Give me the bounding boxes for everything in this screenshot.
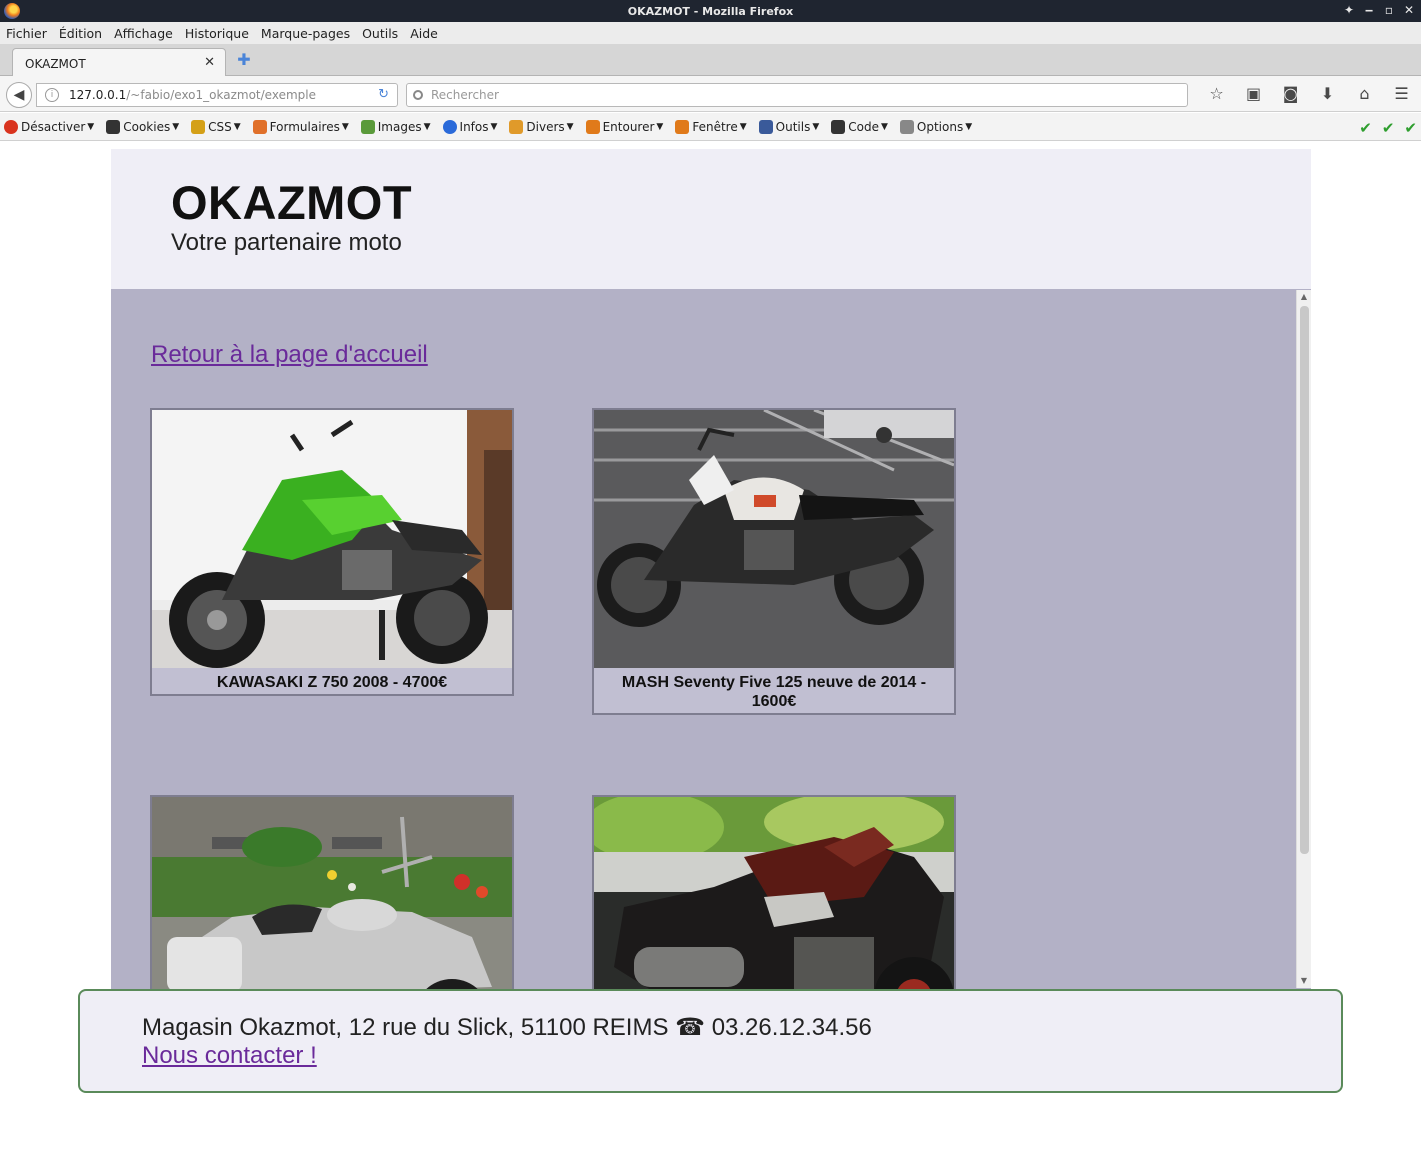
listing-caption: MASH Seventy Five 125 neuve de 2014 - 16… <box>621 674 927 710</box>
misc-icon <box>509 119 524 134</box>
tools-icon <box>758 119 773 134</box>
window-titlebar: OKAZMOT - Mozilla Firefox ✦ ‒ ▫ ✕ <box>0 0 1421 22</box>
listing-caption: KAWASAKI Z 750 2008 - 4700€ <box>216 674 448 691</box>
menu-aide[interactable]: Aide <box>410 26 438 41</box>
devbar-desactiver[interactable]: Désactiver ▼ <box>4 119 94 134</box>
home-icon[interactable]: ⌂ <box>1346 84 1383 103</box>
listing-card[interactable] <box>150 795 514 989</box>
menu-hamburger-icon[interactable]: ☰ <box>1383 84 1420 103</box>
reload-icon[interactable]: ↻ <box>378 87 389 102</box>
url-bar[interactable]: i 127.0.0.1/~fabio/exo1_okazmot/exemple … <box>36 83 398 107</box>
search-icon <box>413 90 423 100</box>
devbar-options[interactable]: Options ▼ <box>899 119 972 134</box>
new-tab-icon[interactable]: ✚ <box>236 52 252 68</box>
page-viewport: OKAZMOT Votre partenaire moto Retour à l… <box>0 142 1421 1169</box>
listings-scrollbar[interactable]: ▲ ▼ <box>1296 290 1311 988</box>
footer-address: Magasin Okazmot, 12 rue du Slick, 51100 … <box>142 1014 872 1041</box>
url-host: 127.0.0.1 <box>69 88 127 102</box>
window-title: OKAZMOT - Mozilla Firefox <box>627 4 794 18</box>
site-title: OKAZMOT <box>171 176 413 229</box>
code-icon <box>831 119 846 134</box>
pin-icon[interactable]: ✦ <box>1343 3 1355 17</box>
devbar-cookies[interactable]: Cookies ▼ <box>106 119 179 134</box>
maximize-icon[interactable]: ▫ <box>1383 3 1395 17</box>
screenshot-icon[interactable]: ▣ <box>1235 84 1272 103</box>
listing-card[interactable]: MASH Seventy Five 125 neuve de 2014 - 16… <box>592 408 956 715</box>
menu-historique[interactable]: Historique <box>185 26 249 41</box>
outline-pencil-icon <box>585 119 600 134</box>
listing-card[interactable] <box>592 795 956 989</box>
search-bar[interactable] <box>406 83 1188 107</box>
window-controls: ✦ ‒ ▫ ✕ <box>1343 3 1415 17</box>
devbar-divers[interactable]: Divers ▼ <box>509 119 574 134</box>
site-info-icon[interactable]: i <box>45 88 59 102</box>
validation-checks: ✔ ✔ ✔ <box>1359 119 1417 137</box>
tab-strip: OKAZMOT ✕ ✚ <box>0 44 1421 76</box>
nav-toolbar-icons: ☆ ▣ ◙ ⬇ ⌂ ☰ <box>1198 84 1420 103</box>
bookmark-star-icon[interactable]: ☆ <box>1198 84 1235 103</box>
site-header: OKAZMOT Votre partenaire moto <box>111 149 1311 289</box>
firefox-logo-icon <box>4 3 20 19</box>
devbar-infos[interactable]: Infos ▼ <box>442 119 497 134</box>
web-developer-toolbar: Désactiver ▼ Cookies ▼ CSS ▼ Formulaires ▼ I… <box>0 113 1421 141</box>
form-icon <box>252 119 267 134</box>
tab-okazmot[interactable]: OKAZMOT ✕ <box>12 48 226 76</box>
resize-pencil-icon <box>675 119 690 134</box>
devbar-fenetre[interactable]: Fenêtre ▼ <box>675 119 747 134</box>
back-to-home-link[interactable]: Retour à la page d'accueil <box>151 341 428 369</box>
green-kawasaki-photo <box>152 410 512 668</box>
minimize-icon[interactable]: ‒ <box>1363 3 1375 17</box>
devbar-entourer[interactable]: Entourer ▼ <box>585 119 663 134</box>
listing-card[interactable]: KAWASAKI Z 750 2008 - 4700€ <box>150 408 514 696</box>
url-path: /~fabio/exo1_okazmot/exemple <box>126 88 316 102</box>
close-tab-icon[interactable]: ✕ <box>204 55 215 70</box>
pocket-icon[interactable]: ◙ <box>1272 84 1309 103</box>
devbar-formulaires[interactable]: Formulaires ▼ <box>252 119 349 134</box>
devbar-images[interactable]: Images ▼ <box>360 119 431 134</box>
devbar-outils[interactable]: Outils ▼ <box>758 119 819 134</box>
navigation-bar: ◀ i 127.0.0.1/~fabio/exo1_okazmot/exempl… <box>0 76 1421 112</box>
search-input[interactable] <box>431 88 1131 102</box>
scroll-up-icon[interactable]: ▲ <box>1297 290 1311 304</box>
options-icon <box>899 119 914 134</box>
tab-title: OKAZMOT <box>25 57 86 71</box>
menu-edition[interactable]: Édition <box>59 26 102 41</box>
brown-kawasaki-photo <box>594 797 954 989</box>
disable-icon <box>4 119 18 134</box>
menubar: Fichier Édition Affichage Historique Mar… <box>0 22 1421 44</box>
menu-affichage[interactable]: Affichage <box>114 26 173 41</box>
scroll-down-icon[interactable]: ▼ <box>1297 974 1311 988</box>
silver-cruiser-photo <box>152 797 512 989</box>
check-icon: ✔ <box>1381 119 1395 137</box>
white-mash-photo <box>594 410 954 668</box>
site-tagline: Votre partenaire moto <box>171 229 402 256</box>
back-button[interactable]: ◀ <box>6 82 32 108</box>
menu-outils[interactable]: Outils <box>362 26 398 41</box>
devbar-code[interactable]: Code ▼ <box>831 119 888 134</box>
download-icon[interactable]: ⬇ <box>1309 84 1346 103</box>
image-icon <box>360 119 375 134</box>
site-footer: Magasin Okazmot, 12 rue du Slick, 51100 … <box>78 989 1343 1093</box>
close-window-icon[interactable]: ✕ <box>1403 3 1415 17</box>
pencil-icon <box>191 119 206 134</box>
contact-link[interactable]: Nous contacter ! <box>142 1042 317 1070</box>
devbar-css[interactable]: CSS ▼ <box>191 119 241 134</box>
check-icon: ✔ <box>1404 119 1417 137</box>
menu-marque-pages[interactable]: Marque-pages <box>261 26 350 41</box>
menu-fichier[interactable]: Fichier <box>6 26 47 41</box>
listings-section: Retour à la page d'accueil KAWASAKI Z 75… <box>111 289 1311 989</box>
info-icon <box>442 119 457 134</box>
check-icon: ✔ <box>1359 119 1372 137</box>
back-arrow-icon: ◀ <box>13 87 25 103</box>
cookie-icon <box>106 119 121 134</box>
scrollbar-thumb[interactable] <box>1300 306 1309 854</box>
